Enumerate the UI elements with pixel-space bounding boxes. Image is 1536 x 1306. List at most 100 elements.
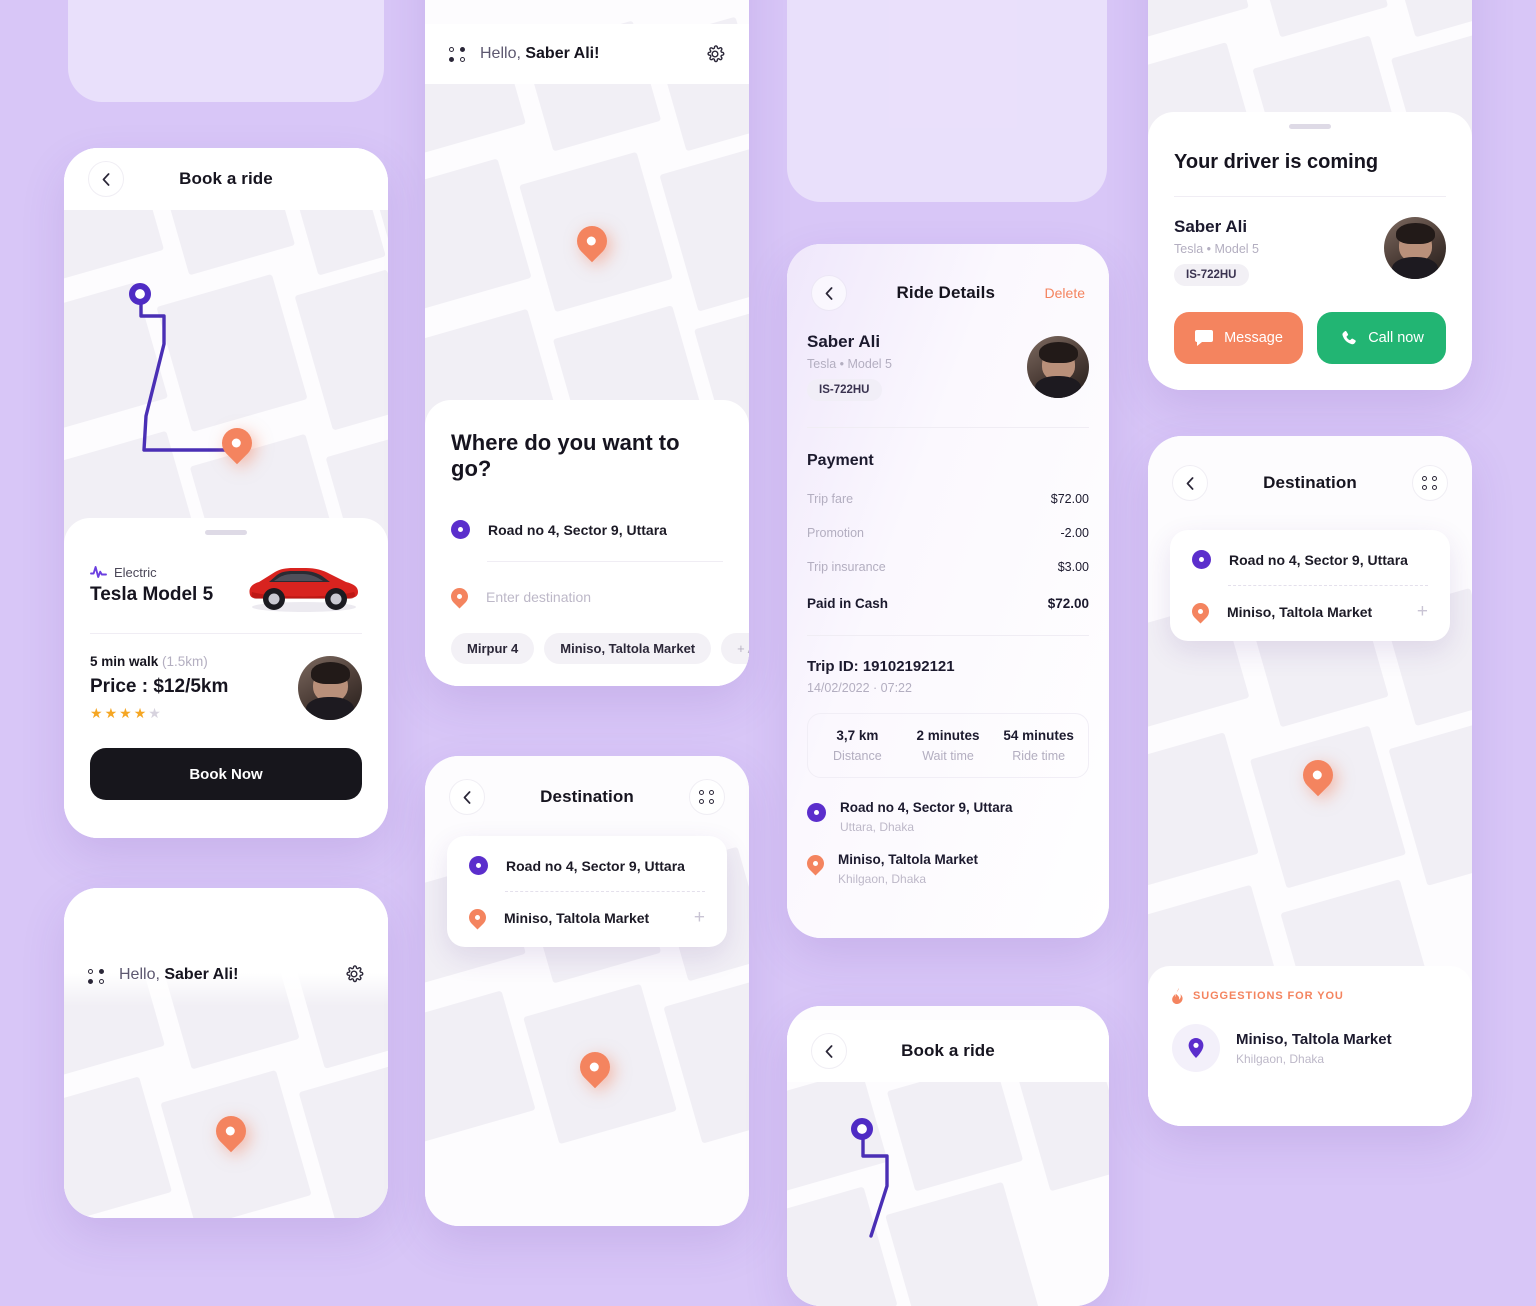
- grid-dot: [99, 969, 104, 974]
- grid-menu-icon: [1422, 476, 1438, 490]
- grid-menu-button[interactable]: [689, 779, 725, 815]
- mockup-canvas: Book a ride Electric Tesla Model 5 5 min…: [0, 0, 1536, 1306]
- stat-value: 3,7 km: [836, 728, 879, 743]
- star-filled: ★: [119, 705, 134, 721]
- origin-row[interactable]: Road no 4, Sector 9, Uttara: [1192, 550, 1428, 569]
- book-ride-header: Book a ride: [64, 148, 388, 210]
- message-label: Message: [1224, 330, 1283, 346]
- trip-stats: 3,7 km Distance 2 minutes Wait time 54 m…: [807, 713, 1089, 778]
- origin-address: Road no 4, Sector 9, Uttara: [840, 800, 1013, 815]
- back-button[interactable]: [1172, 465, 1208, 501]
- payment-value: $72.00: [1050, 492, 1089, 506]
- star-filled: ★: [104, 705, 120, 721]
- sheet-grabber[interactable]: [1289, 124, 1331, 129]
- screen-book-a-ride: Book a ride Electric Tesla Model 5 5 min…: [64, 148, 388, 838]
- delete-button[interactable]: Delete: [1045, 285, 1085, 301]
- origin-location-row: Road no 4, Sector 9, Uttara Uttara, Dhak…: [807, 800, 1089, 834]
- chip-add-home[interactable]: + Add Home: [721, 633, 749, 664]
- car-image: [244, 557, 362, 613]
- gear-icon[interactable]: [344, 964, 364, 984]
- screen-driver-coming: Your driver is coming Saber Ali Tesla • …: [1148, 0, 1472, 390]
- screen-destination-mid: Destination Road no 4, Sector 9, Uttara …: [425, 756, 749, 1226]
- license-plate: IS-722HU: [807, 379, 882, 401]
- driver-block: Saber Ali Tesla • Model 5 IS-722HU: [1174, 217, 1259, 286]
- chip-mirpur[interactable]: Mirpur 4: [451, 633, 535, 664]
- stat-wait-time: 2 minutes Wait time: [903, 728, 994, 763]
- screen-where-to-go: Hello, Saber Ali! Where do you want to g…: [425, 0, 749, 686]
- grid-menu-icon[interactable]: [449, 46, 466, 62]
- route-origin-marker: [129, 283, 151, 305]
- suggestion-title: Miniso, Taltola Market: [1236, 1030, 1392, 1048]
- destination-address: Miniso, Taltola Market: [504, 909, 650, 926]
- car-model: Tesla Model 5: [90, 583, 214, 605]
- plus-icon[interactable]: +: [694, 908, 705, 927]
- star-filled: ★: [133, 705, 149, 721]
- back-button[interactable]: [449, 779, 485, 815]
- screen-destination-right: Destination Road no 4, Sector 9, Uttara …: [1148, 436, 1472, 1126]
- grid-dot: [699, 790, 704, 795]
- phone-icon: [1342, 330, 1356, 344]
- page-title: Book a ride: [901, 1041, 995, 1060]
- chip-miniso[interactable]: Miniso, Taltola Market: [544, 633, 712, 664]
- destination-pin-icon: [465, 905, 490, 930]
- grid-menu-button[interactable]: [1412, 465, 1448, 501]
- payment-value: -2.00: [1060, 526, 1090, 540]
- price-label: Price : $12/5km: [90, 676, 229, 697]
- gear-icon[interactable]: [705, 44, 725, 64]
- suggestion-item[interactable]: Miniso, Taltola Market Khilgaon, Dhaka: [1172, 1024, 1448, 1072]
- grid-dot: [1422, 476, 1427, 481]
- origin-dot-icon: [451, 520, 470, 539]
- payment-label: Trip fare: [807, 492, 854, 506]
- driver-avatar: [1027, 336, 1089, 398]
- ride-option-sheet: Electric Tesla Model 5 5 min walk (1.5km…: [64, 518, 388, 838]
- star-filled: ★: [90, 705, 105, 721]
- back-button[interactable]: [811, 275, 847, 311]
- page-title: Ride Details: [896, 283, 996, 302]
- driver-avatar: [1384, 217, 1446, 279]
- trip-id: Trip ID: 19102192121: [807, 658, 955, 675]
- destination-list-card: Road no 4, Sector 9, Uttara Miniso, Talt…: [447, 836, 727, 947]
- plus-icon[interactable]: +: [1417, 602, 1428, 621]
- grid-menu-icon[interactable]: [88, 969, 105, 984]
- suggestions-header: SUGGESTIONS FOR YOU: [1172, 988, 1448, 1004]
- message-button[interactable]: Message: [1174, 312, 1303, 364]
- section-divider: [807, 635, 1089, 636]
- chevron-left-icon: [825, 286, 833, 300]
- walk-info: 5 min walk (1.5km): [90, 654, 228, 669]
- screen-home-bottom: Hello, Saber Ali!: [64, 888, 388, 1218]
- book-now-button[interactable]: Book Now: [90, 748, 362, 800]
- grid-dot: [88, 969, 93, 974]
- origin-address: Road no 4, Sector 9, Uttara: [506, 857, 685, 874]
- payment-total-row: Paid in Cash $72.00: [807, 596, 1089, 611]
- where-to-sheet: Where do you want to go? Road no 4, Sect…: [425, 400, 749, 686]
- driver-block: Saber Ali Tesla • Model 5 IS-722HU: [807, 332, 892, 401]
- back-button[interactable]: [811, 1033, 847, 1069]
- flame-icon: [1172, 988, 1183, 1004]
- payment-row: Trip insurance $3.00: [807, 560, 1089, 574]
- call-button[interactable]: Call now: [1317, 312, 1446, 364]
- destination-input[interactable]: Enter destination: [486, 589, 591, 605]
- payment-row: Promotion -2.00: [807, 526, 1089, 540]
- sheet-grabber[interactable]: [205, 530, 247, 535]
- destination-pin-icon: [803, 851, 828, 876]
- destination-header: Destination: [1148, 452, 1472, 514]
- back-button[interactable]: [88, 161, 124, 197]
- destination-area: Khilgaon, Dhaka: [838, 872, 927, 886]
- grid-dot: [1432, 476, 1437, 481]
- section-divider: [1174, 196, 1446, 197]
- greeting-prefix: Hello,: [480, 45, 521, 62]
- user-name: Saber Ali!: [525, 45, 600, 62]
- chevron-left-icon: [102, 172, 110, 186]
- destination-row[interactable]: Miniso, Taltola Market +: [465, 905, 705, 930]
- payment-value: $3.00: [1057, 560, 1089, 574]
- destination-row[interactable]: Miniso, Taltola Market +: [1188, 599, 1428, 624]
- grid-dot: [1422, 485, 1427, 490]
- grid-dot: [449, 56, 454, 62]
- route-polyline: [139, 298, 242, 452]
- destination-row[interactable]: Enter destination: [447, 584, 723, 609]
- origin-row[interactable]: Road no 4, Sector 9, Uttara: [469, 856, 705, 875]
- page-title: Destination: [1263, 473, 1357, 492]
- grid-dot: [709, 790, 714, 795]
- location-pin-icon: [1188, 1038, 1204, 1058]
- origin-row[interactable]: Road no 4, Sector 9, Uttara: [451, 520, 723, 539]
